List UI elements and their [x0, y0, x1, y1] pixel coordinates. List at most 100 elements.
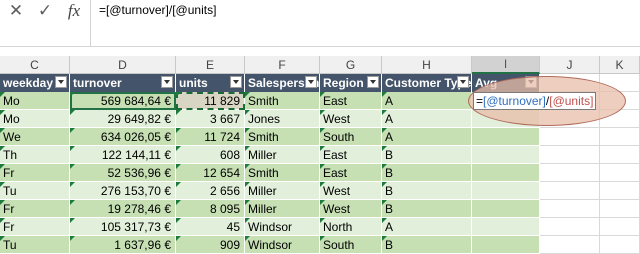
empty-cell[interactable]	[540, 236, 600, 254]
column-header-k[interactable]: K	[600, 56, 640, 74]
table-cell[interactable]: East	[320, 164, 382, 182]
empty-cell[interactable]	[540, 218, 600, 236]
table-cell[interactable]: 8 095	[176, 200, 245, 218]
empty-cell[interactable]	[600, 164, 640, 182]
table-cell[interactable]: A	[382, 110, 472, 128]
table-cell[interactable]: 105 317,73 €	[70, 218, 176, 236]
empty-cell[interactable]	[600, 182, 640, 200]
table-cell[interactable]: West	[320, 200, 382, 218]
table-cell[interactable]: 2 656	[176, 182, 245, 200]
column-header-e[interactable]: E	[176, 56, 245, 74]
empty-cell[interactable]	[540, 146, 600, 164]
table-cell[interactable]: B	[382, 146, 472, 164]
table-header-region[interactable]: Region	[320, 74, 382, 92]
table-cell[interactable]: Windsor	[245, 218, 320, 236]
column-header-d[interactable]: D	[70, 56, 176, 74]
empty-cell[interactable]	[600, 236, 640, 254]
table-cell[interactable]: 52 536,96 €	[70, 164, 176, 182]
filter-dropdown-icon[interactable]	[457, 76, 469, 88]
empty-cell[interactable]	[540, 200, 600, 218]
filter-dropdown-icon[interactable]	[161, 76, 173, 88]
table-header-weekday[interactable]: weekday	[0, 74, 70, 92]
empty-cell[interactable]	[540, 128, 600, 146]
table-cell[interactable]: West	[320, 182, 382, 200]
empty-cell[interactable]	[540, 182, 600, 200]
formula-input[interactable]: =[@turnover]/[@units]	[99, 3, 216, 17]
table-cell[interactable]: B	[382, 164, 472, 182]
table-cell[interactable]	[472, 200, 540, 218]
column-header-j[interactable]: J	[540, 56, 600, 74]
table-cell[interactable]: Smith	[245, 128, 320, 146]
table-cell[interactable]: Fr	[0, 164, 70, 182]
filter-dropdown-icon[interactable]	[305, 76, 317, 88]
table-cell[interactable]: Miller	[245, 182, 320, 200]
column-header-h[interactable]: H	[382, 56, 472, 74]
table-cell[interactable]: 3 667	[176, 110, 245, 128]
table-cell[interactable]	[472, 146, 540, 164]
table-cell[interactable]: 569 684,64 €	[70, 92, 176, 110]
table-cell[interactable]: Miller	[245, 200, 320, 218]
table-cell[interactable]: 608	[176, 146, 245, 164]
table-cell[interactable]: Windsor	[245, 236, 320, 254]
empty-cell[interactable]	[600, 200, 640, 218]
filter-dropdown-icon[interactable]	[230, 76, 242, 88]
table-cell[interactable]: Smith	[245, 164, 320, 182]
table-cell[interactable]: 1 637,96 €	[70, 236, 176, 254]
table-cell[interactable]	[472, 128, 540, 146]
avg-formula-edit[interactable]: =[@turnover]/[@units]	[473, 92, 597, 110]
column-header-c[interactable]: C	[0, 56, 70, 74]
empty-cell[interactable]	[600, 146, 640, 164]
table-cell[interactable]: 909	[176, 236, 245, 254]
table-cell[interactable]: South	[320, 128, 382, 146]
filter-dropdown-icon[interactable]	[367, 76, 379, 88]
table-cell[interactable]: 11 829	[176, 92, 245, 110]
close-icon[interactable]: ✕	[4, 0, 28, 22]
empty-cell[interactable]	[540, 164, 600, 182]
table-cell[interactable]: Mo	[0, 110, 70, 128]
table-header-customer-type[interactable]: Customer Type	[382, 74, 472, 92]
table-cell[interactable]: B	[382, 236, 472, 254]
table-cell[interactable]: A	[382, 92, 472, 110]
table-cell[interactable]: A	[382, 128, 472, 146]
table-header-units[interactable]: units	[176, 74, 245, 92]
table-cell[interactable]: Tu	[0, 236, 70, 254]
table-cell[interactable]: North	[320, 218, 382, 236]
table-cell[interactable]: 11 724	[176, 128, 245, 146]
table-cell[interactable]: 122 144,11 €	[70, 146, 176, 164]
table-cell[interactable]: 29 649,82 €	[70, 110, 176, 128]
table-cell[interactable]: 12 654	[176, 164, 245, 182]
table-cell[interactable]	[472, 236, 540, 254]
table-cell[interactable]: Tu	[0, 182, 70, 200]
table-cell[interactable]: 45	[176, 218, 245, 236]
filter-dropdown-icon[interactable]	[55, 76, 67, 88]
table-cell[interactable]: B	[382, 182, 472, 200]
table-cell[interactable]: East	[320, 92, 382, 110]
table-cell[interactable]: East	[320, 146, 382, 164]
table-cell[interactable]: Miller	[245, 146, 320, 164]
table-cell[interactable]	[472, 218, 540, 236]
table-header-salesperson[interactable]: Salesperson	[245, 74, 320, 92]
empty-cell[interactable]	[600, 128, 640, 146]
table-header-turnover[interactable]: turnover	[70, 74, 176, 92]
table-cell[interactable]: 276 153,70 €	[70, 182, 176, 200]
table-cell[interactable]: A	[382, 218, 472, 236]
table-cell[interactable]: We	[0, 128, 70, 146]
column-header-f[interactable]: F	[245, 56, 320, 74]
table-cell[interactable]: Fr	[0, 218, 70, 236]
table-cell[interactable]: Th	[0, 146, 70, 164]
column-header-i[interactable]: I	[472, 56, 540, 74]
table-cell[interactable]: B	[382, 200, 472, 218]
fx-icon[interactable]: fx	[62, 0, 86, 22]
empty-cell[interactable]	[600, 218, 640, 236]
table-cell[interactable]: Smith	[245, 92, 320, 110]
table-cell[interactable]: Fr	[0, 200, 70, 218]
table-cell[interactable]	[472, 164, 540, 182]
column-header-g[interactable]: G	[320, 56, 382, 74]
table-cell[interactable]	[472, 182, 540, 200]
table-cell[interactable]: Jones	[245, 110, 320, 128]
table-cell[interactable]: 19 278,46 €	[70, 200, 176, 218]
table-cell[interactable]: 634 026,05 €	[70, 128, 176, 146]
table-cell[interactable]: West	[320, 110, 382, 128]
table-cell[interactable]: Mo	[0, 92, 70, 110]
table-cell[interactable]: South	[320, 236, 382, 254]
